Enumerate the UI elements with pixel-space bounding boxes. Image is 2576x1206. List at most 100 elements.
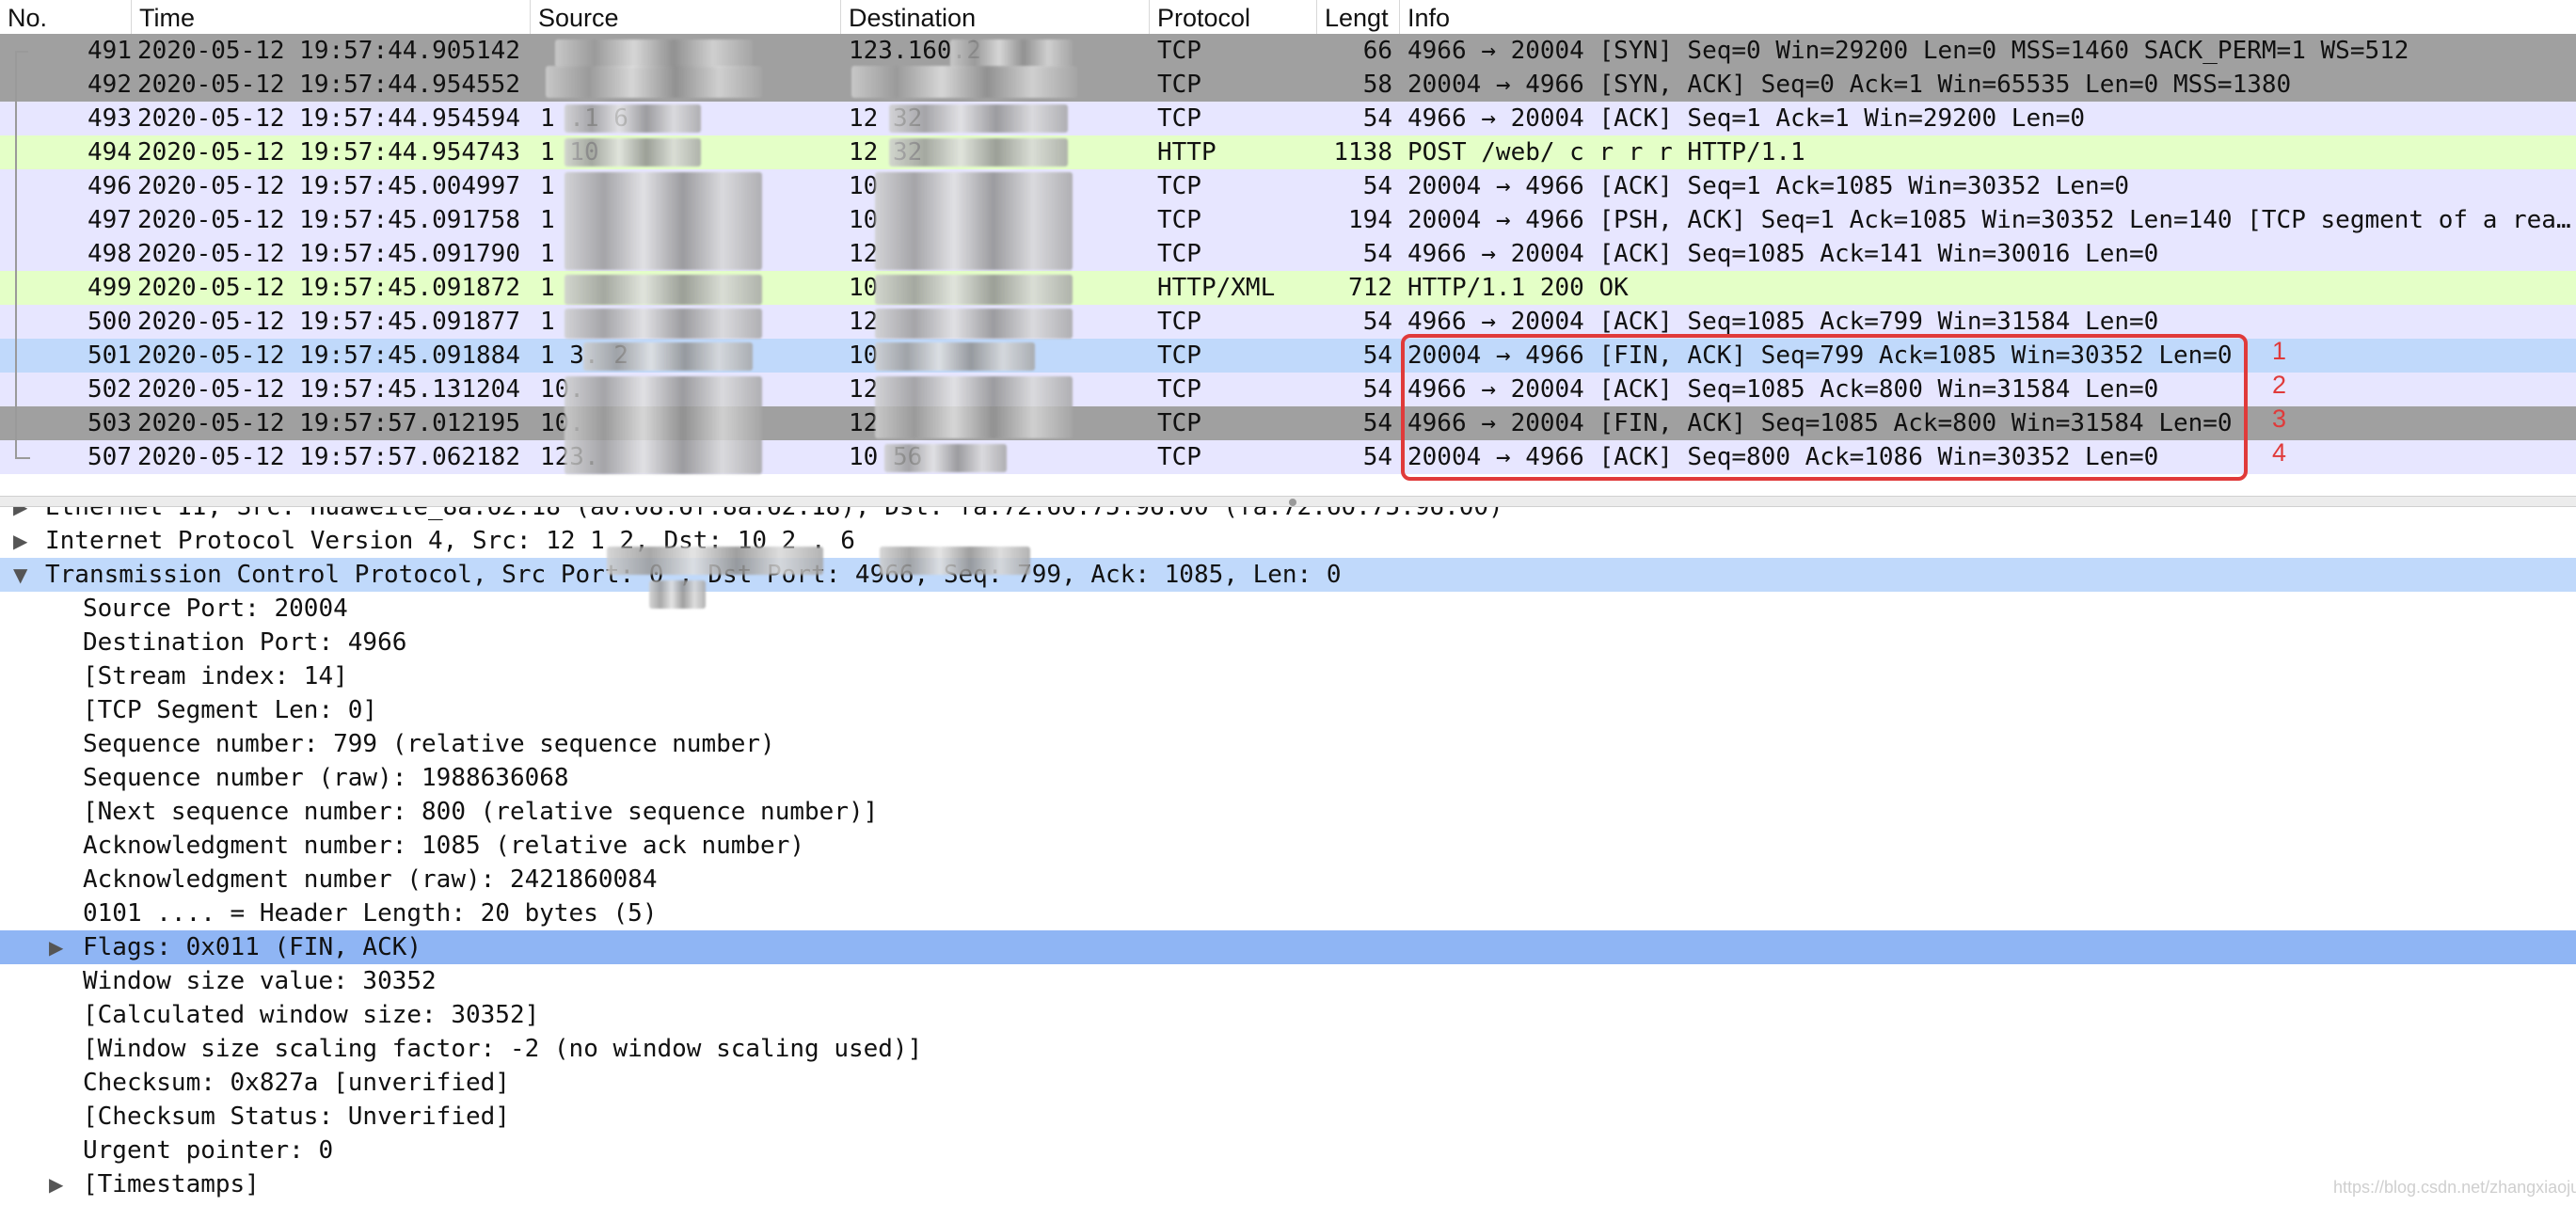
packet-protocol: HTTP/XML	[1157, 274, 1276, 302]
packet-details-pane[interactable]: ▶ Ethernet II, Src: Huaweite_8a:62:18 (a0…	[0, 490, 2576, 1206]
detail-row[interactable]: Destination Port: 4966	[0, 626, 2576, 659]
detail-row[interactable]: [TCP Segment Len: 0]	[0, 693, 2576, 727]
packet-protocol: TCP	[1157, 443, 1201, 471]
packet-time: 2020-05-12 19:57:45.091884	[137, 341, 520, 370]
packet-row[interactable]: 4942020-05-12 19:57:44.9547431 1012 32HT…	[0, 135, 2576, 169]
packet-time: 2020-05-12 19:57:57.012195	[137, 409, 520, 437]
detail-row[interactable]: ▶ Internet Protocol Version 4, Src: 12 1 …	[0, 524, 2576, 558]
detail-text: Window size value: 30352	[83, 967, 437, 995]
detail-text: Urgent pointer: 0	[83, 1136, 334, 1165]
detail-row[interactable]: Window size value: 30352	[0, 964, 2576, 998]
detail-row[interactable]: Sequence number: 799 (relative sequence …	[0, 727, 2576, 761]
packet-row[interactable]: 491 2020-05-12 19:57:44.905142 123.160.2 TC…	[0, 34, 2576, 68]
detail-row[interactable]: [Calculated window size: 30352]	[0, 998, 2576, 1032]
packet-row[interactable]: 498 2020-05-12 19:57:45.091790 1 12 TCP 54 496…	[0, 237, 2576, 271]
packet-protocol: TCP	[1157, 172, 1201, 200]
detail-row[interactable]: Source Port: 20004	[0, 592, 2576, 626]
detail-text: 0101 .... = Header Length: 20 bytes (5)	[83, 899, 658, 928]
packet-row[interactable]: 499 2020-05-12 19:57:45.091872 1 10 HTTP/XML…	[0, 271, 2576, 305]
detail-row[interactable]: Sequence number (raw): 1988636068	[0, 761, 2576, 795]
annotation-label-3: 3	[2272, 405, 2287, 433]
packet-row[interactable]: 497 2020-05-12 19:57:45.091758 1 10 TCP 194 20…	[0, 203, 2576, 237]
packet-protocol: TCP	[1157, 37, 1201, 65]
column-header-info[interactable]: Info	[1400, 0, 2576, 34]
packet-row[interactable]: 496 2020-05-12 19:57:45.004997 1 10 TCP 54 200…	[0, 169, 2576, 203]
packet-time: 2020-05-12 19:57:44.905142	[137, 37, 520, 65]
detail-row[interactable]: Urgent pointer: 0	[0, 1134, 2576, 1167]
detail-row[interactable]: [Next sequence number: 800 (relative seq…	[0, 795, 2576, 829]
column-header-no[interactable]: No.	[0, 0, 132, 34]
redaction-blur	[564, 104, 701, 133]
detail-text: [Calculated window size: 30352]	[83, 1001, 540, 1029]
watermark: https://blog.csdn.net/zhangxiaojun	[2333, 1178, 2576, 1197]
detail-row[interactable]: ▼ Transmission Control Protocol, Src Port…	[0, 558, 2576, 592]
detail-text: [Checksum Status: Unverified]	[83, 1103, 510, 1131]
packet-length: 58	[1362, 71, 1392, 99]
column-header-protocol[interactable]: Protocol	[1150, 0, 1317, 34]
packet-info: 4966 → 20004 [SYN] Seq=0 Win=29200 Len=0…	[1407, 37, 2409, 65]
conversation-bracket	[15, 51, 30, 459]
detail-row[interactable]: Acknowledgment number: 1085 (relative ac…	[0, 829, 2576, 863]
redaction-blur	[564, 275, 762, 305]
packet-list-header: No. Time Source Destination Protocol Len…	[0, 0, 2576, 35]
detail-row[interactable]: [Stream index: 14]	[0, 659, 2576, 693]
redaction-blur	[851, 66, 1077, 98]
column-header-length[interactable]: Lengt	[1317, 0, 1400, 34]
packet-protocol: TCP	[1157, 240, 1201, 268]
redaction-blur	[555, 40, 753, 68]
disclosure-collapsed-icon[interactable]: ▶	[49, 1167, 68, 1201]
packet-row[interactable]: 492 2020-05-12 19:57:44.954552 TCP 58 20004 …	[0, 68, 2576, 102]
packet-protocol: TCP	[1157, 206, 1201, 234]
detail-row[interactable]: ▶ Flags: 0x011 (FIN, ACK)	[0, 930, 2576, 964]
column-header-source[interactable]: Source	[531, 0, 841, 34]
detail-text: [Stream index: 14]	[83, 662, 348, 690]
detail-row[interactable]: [Checksum Status: Unverified]	[0, 1100, 2576, 1134]
detail-text: [Timestamps]	[83, 1170, 260, 1198]
detail-text: Sequence number: 799 (relative sequence …	[83, 730, 775, 758]
disclosure-expanded-icon[interactable]: ▼	[13, 558, 32, 592]
packet-time: 2020-05-12 19:57:45.004997	[137, 172, 520, 200]
packet-protocol: TCP	[1157, 104, 1201, 133]
packet-time: 2020-05-12 19:57:45.091872	[137, 274, 520, 302]
packet-row[interactable]: 4932020-05-12 19:57:44.9545941 .1 612 32…	[0, 102, 2576, 135]
redaction-blur	[875, 376, 1073, 438]
packet-protocol: HTTP	[1157, 138, 1216, 167]
detail-row[interactable]: Checksum: 0x827a [unverified]	[0, 1066, 2576, 1100]
detail-text: Source Port: 20004	[83, 595, 348, 623]
redaction-blur	[950, 40, 1073, 68]
packet-length: 1138	[1333, 138, 1392, 167]
packet-length: 66	[1362, 37, 1392, 65]
detail-row[interactable]: [Window size scaling factor: -2 (no wind…	[0, 1032, 2576, 1066]
packet-time: 2020-05-12 19:57:45.091790	[137, 240, 520, 268]
redaction-blur	[546, 66, 762, 98]
packet-info: 20004 → 4966 [SYN, ACK] Seq=0 Ack=1 Win=…	[1407, 71, 2292, 99]
detail-text: [TCP Segment Len: 0]	[83, 696, 378, 724]
packet-length: 54	[1362, 172, 1392, 200]
redaction-blur	[875, 275, 1073, 305]
redaction-blur	[875, 309, 1073, 339]
redaction-blur	[607, 547, 823, 575]
detail-text: Sequence number (raw): 1988636068	[83, 764, 569, 792]
detail-text: [Next sequence number: 800 (relative seq…	[83, 798, 879, 826]
packet-length: 54	[1362, 443, 1392, 471]
detail-row[interactable]: ▶ [Timestamps]	[0, 1167, 2576, 1201]
detail-row[interactable]: Acknowledgment number (raw): 2421860084	[0, 863, 2576, 897]
column-header-destination[interactable]: Destination	[841, 0, 1150, 34]
redaction-blur	[889, 138, 1068, 167]
packet-length: 54	[1362, 308, 1392, 336]
annotation-label-2: 2	[2272, 371, 2287, 399]
detail-row[interactable]: 0101 .... = Header Length: 20 bytes (5)	[0, 897, 2576, 930]
packet-length: 54	[1362, 240, 1392, 268]
column-header-time[interactable]: Time	[132, 0, 531, 34]
redaction-blur	[583, 342, 753, 371]
redaction-blur	[884, 444, 1007, 472]
disclosure-collapsed-icon[interactable]: ▶	[49, 930, 68, 964]
packet-time: 2020-05-12 19:57:44.954552	[137, 71, 520, 99]
splitter-handle-icon[interactable]	[1289, 499, 1296, 506]
redaction-blur	[564, 376, 762, 474]
packet-info: HTTP/1.1 200 OK	[1407, 274, 1629, 302]
detail-text: Flags: 0x011 (FIN, ACK)	[83, 933, 422, 961]
disclosure-collapsed-icon[interactable]: ▶	[13, 524, 32, 558]
packet-info: POST /web/ c r r r HTTP/1.1	[1407, 138, 1805, 167]
pane-splitter[interactable]	[0, 496, 2576, 507]
